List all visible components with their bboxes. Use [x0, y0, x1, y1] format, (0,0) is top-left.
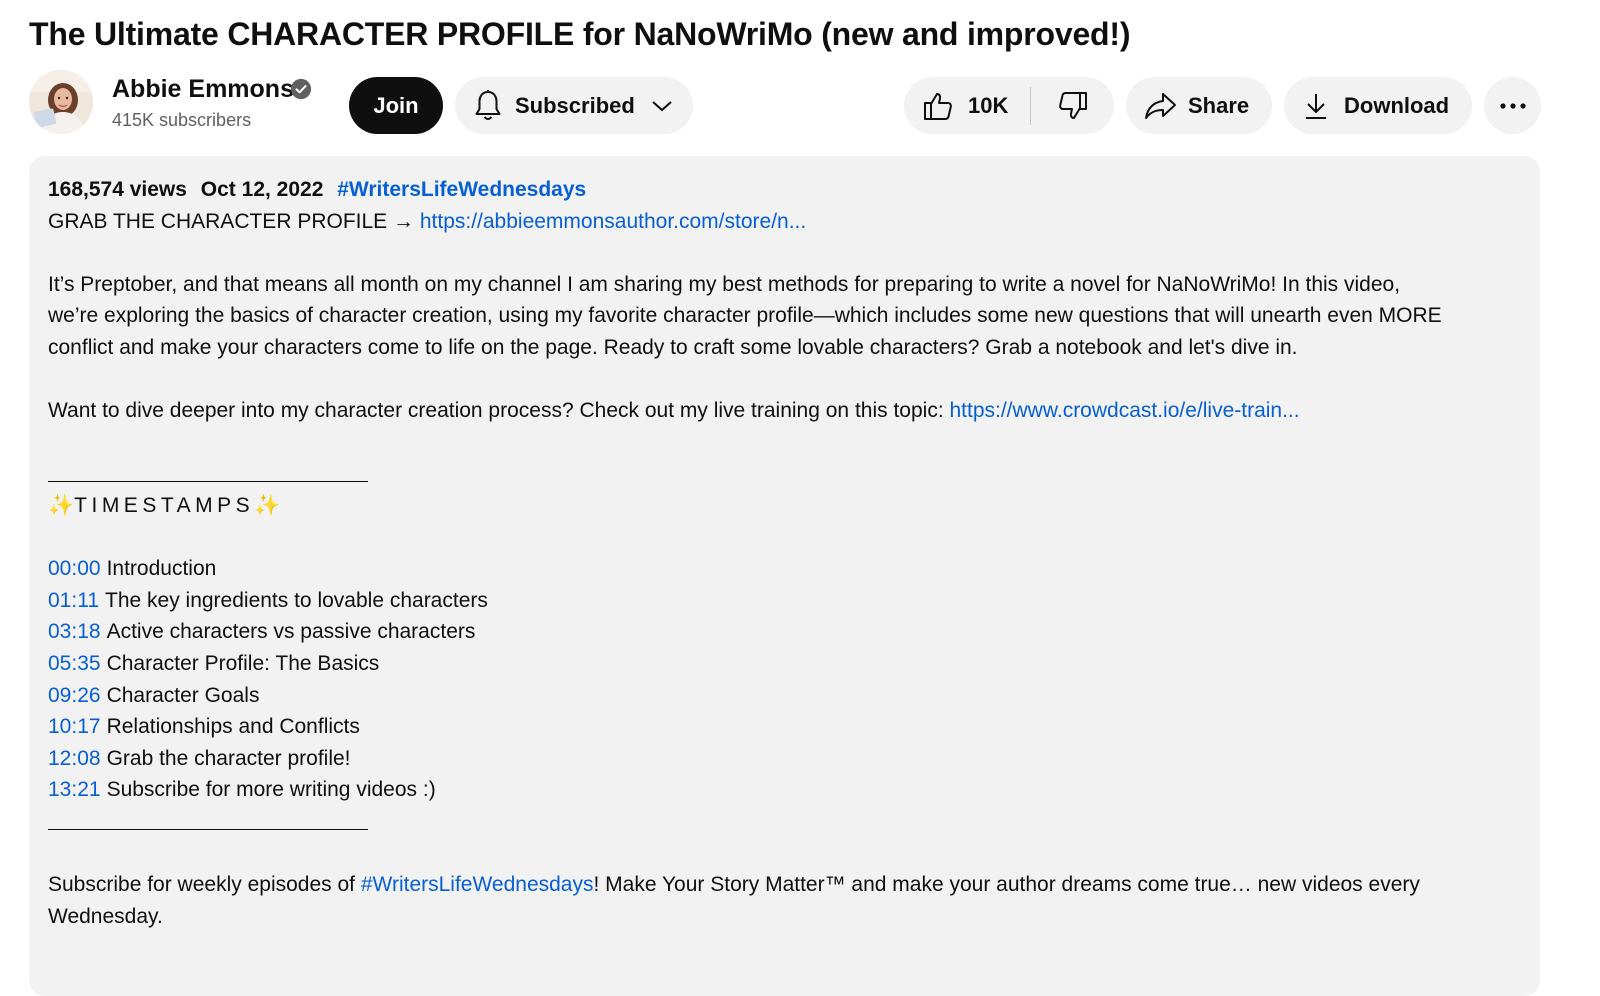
verified-badge-icon	[290, 78, 312, 100]
download-label: Download	[1344, 92, 1450, 118]
store-link[interactable]: https://abbieemmonsauthor.com/store/n...	[420, 210, 806, 233]
bell-icon	[475, 89, 501, 120]
hashtag-link[interactable]: #WritersLifeWednesdays	[337, 178, 586, 201]
footer-hashtag-link[interactable]: #WritersLifeWednesdays	[361, 873, 594, 896]
join-button[interactable]: Join	[349, 77, 443, 134]
timestamps-list: 00:00 Introduction 01:11 The key ingredien…	[48, 553, 1518, 806]
timestamp-link[interactable]: 03:18	[48, 620, 101, 643]
subscribed-button[interactable]: Subscribed	[455, 77, 693, 134]
footer-line-2: Wednesday.	[48, 904, 163, 928]
channel-name[interactable]: Abbie Emmons	[112, 74, 294, 104]
channel-avatar[interactable]	[29, 70, 93, 134]
timestamp-row: 01:11 The key ingredients to lovable char…	[48, 585, 1518, 617]
timestamp-label: Active characters vs passive characters	[106, 620, 476, 644]
footer-text-suffix: ! Make Your Story Matter™ and make your …	[593, 873, 1420, 897]
chevron-down-icon	[652, 100, 672, 111]
timestamp-row: 05:35 Character Profile: The Basics	[48, 648, 1518, 680]
timestamp-link[interactable]: 13:21	[48, 778, 101, 801]
video-title: The Ultimate CHARACTER PROFILE for NaNoW…	[29, 16, 1131, 52]
training-line: Want to dive deeper into my character cr…	[48, 395, 1518, 427]
sparkle-icon: ✨	[48, 493, 75, 517]
sparkle-icon: ✨	[254, 493, 281, 517]
timestamps-heading: ✨TIMESTAMPS✨	[48, 490, 1518, 522]
like-dislike-group: 10K	[904, 77, 1114, 134]
join-label: Join	[373, 92, 419, 118]
timestamp-link[interactable]: 10:17	[48, 715, 101, 738]
owner-row: Abbie Emmons 415K subscribers Join Subsc…	[29, 70, 1600, 134]
intro-line: It’s Preptober, and that means all month…	[48, 272, 1401, 296]
divider-rule	[48, 828, 368, 830]
training-text: Want to dive deeper into my character cr…	[48, 399, 950, 423]
rule-spacer-top	[48, 427, 1518, 490]
thumbs-up-icon	[924, 92, 952, 120]
more-icon	[1499, 102, 1526, 109]
description-meta: 168,574 views Oct 12, 2022 #WritersLifeW…	[48, 174, 1518, 206]
timestamp-label: The key ingredients to lovable character…	[105, 588, 488, 612]
like-button[interactable]: 10K	[904, 77, 1030, 134]
share-label: Share	[1188, 92, 1250, 118]
intro-paragraph: It’s Preptober, and that means all month…	[48, 269, 1518, 364]
dislike-button[interactable]	[1031, 77, 1114, 134]
subscribed-label: Subscribed	[515, 92, 635, 118]
description-box[interactable]: 168,574 views Oct 12, 2022 #WritersLifeW…	[29, 156, 1540, 996]
timestamp-link[interactable]: 01:11	[48, 589, 99, 612]
footer-text: Subscribe for weekly episodes of	[48, 873, 361, 897]
timestamp-row: 13:21 Subscribe for more writing videos :…	[48, 774, 1518, 806]
share-button[interactable]: Share	[1126, 77, 1272, 134]
timestamp-row: 00:00 Introduction	[48, 553, 1518, 585]
grab-profile-text: GRAB THE CHARACTER PROFILE →	[48, 209, 420, 233]
grab-profile-line: GRAB THE CHARACTER PROFILE → https://abb…	[48, 206, 1518, 238]
timestamp-row: 09:26 Character Goals	[48, 680, 1518, 712]
timestamp-row: 12:08 Grab the character profile!	[48, 743, 1518, 775]
timestamp-label: Character Profile: The Basics	[106, 651, 380, 675]
footer-line: Subscribe for weekly episodes of #Writer…	[48, 869, 1518, 901]
training-link[interactable]: https://www.crowdcast.io/e/live-train...	[949, 399, 1299, 422]
rule-spacer-bottom	[48, 806, 1518, 838]
timestamp-label: Character Goals	[106, 683, 260, 707]
timestamp-label: Introduction	[106, 557, 217, 581]
share-arrow-icon	[1145, 92, 1176, 119]
divider-rule	[48, 480, 368, 482]
timestamp-row: 03:18 Active characters vs passive charac…	[48, 616, 1518, 648]
timestamp-label: Subscribe for more writing videos :)	[106, 778, 436, 802]
timestamp-row: 10:17 Relationships and Conflicts	[48, 711, 1518, 743]
timestamp-link[interactable]: 00:00	[48, 557, 101, 580]
footer-paragraph: Subscribe for weekly episodes of #Writer…	[48, 869, 1518, 932]
intro-line: we’re exploring the basics of character …	[48, 304, 1442, 328]
download-button[interactable]: Download	[1284, 77, 1472, 134]
description-content: 168,574 views Oct 12, 2022 #WritersLifeW…	[48, 174, 1518, 932]
timestamp-link[interactable]: 05:35	[48, 652, 101, 675]
timestamp-link[interactable]: 12:08	[48, 747, 101, 770]
timestamp-label: Relationships and Conflicts	[106, 715, 360, 739]
download-icon	[1306, 93, 1326, 119]
avatar-image	[29, 70, 93, 134]
view-count: 168,574 views	[48, 178, 187, 201]
subscriber-count: 415K subscribers	[112, 110, 252, 130]
like-count: 10K	[968, 92, 1009, 118]
thumbs-down-icon	[1058, 91, 1087, 119]
more-actions-button[interactable]	[1484, 77, 1541, 134]
timestamps-heading-text: TIMESTAMPS	[74, 493, 255, 517]
timestamp-label: Grab the character profile!	[106, 746, 351, 770]
upload-date: Oct 12, 2022	[200, 178, 324, 201]
intro-line: conflict and make your characters come t…	[48, 335, 1298, 359]
timestamp-link[interactable]: 09:26	[48, 684, 101, 707]
